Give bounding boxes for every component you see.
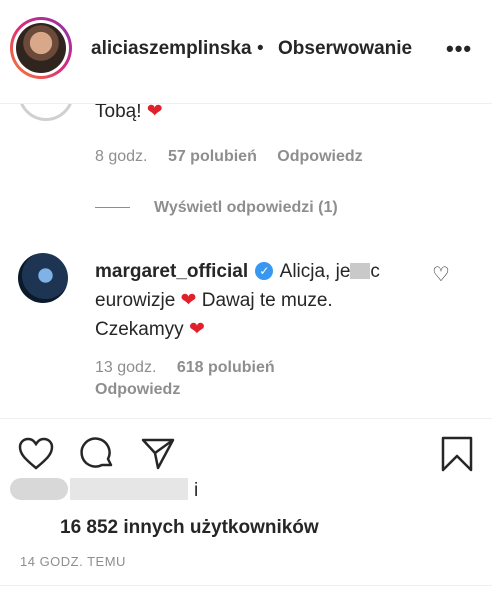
main-comment: margaret_official ✓ Alicja, je c eurowizj… [95,257,415,344]
following-button[interactable]: Obserwowanie [278,38,412,60]
likes-connector: i [194,480,199,501]
like-comment-icon[interactable]: ♡ [432,262,450,287]
replies-divider [95,207,130,208]
view-replies-button[interactable]: Wyświetl odpowiedzi (1) [154,199,338,217]
heart-icon[interactable] [17,435,55,473]
heart-emoji-icon: ❤ [146,101,163,122]
commenter-avatar[interactable] [18,253,68,303]
likes-count[interactable]: 16 852 innych użytkowników [60,517,319,539]
section-divider [0,418,492,419]
main-comment-meta: 13 godz. 618 polubień Odpowiedz [95,357,291,401]
post-timestamp: 14 GODZ. TEMU [20,554,126,569]
header-username[interactable]: aliciaszemplinska [91,38,252,60]
post-header: aliciaszemplinska • Obserwowanie ••• [0,0,492,104]
verified-badge-icon: ✓ [255,262,274,280]
comment-likes[interactable]: 618 polubień [177,359,275,376]
previous-comment-meta: 8 godz. 57 polubień Odpowiedz [95,148,379,166]
heart-emoji-icon: ❤ [180,290,197,311]
comment-likes[interactable]: 57 polubień [168,148,257,165]
bookmark-icon[interactable] [438,435,476,473]
reply-button[interactable]: Odpowiedz [277,148,362,165]
comment-time: 8 godz. [95,148,148,165]
blurred-username [70,478,188,500]
comment-icon[interactable] [78,435,116,473]
comment-username[interactable]: margaret_official [95,261,248,282]
comment-text-part1: Alicja, je [279,261,351,282]
comment-time: 13 godz. [95,359,157,376]
send-icon[interactable] [139,435,177,473]
more-options-icon[interactable]: ••• [446,36,472,62]
blurred-text [350,263,371,279]
heart-emoji-icon: ❤ [188,319,205,340]
reply-button[interactable]: Odpowiedz [95,379,291,401]
header-separator: • [257,38,264,59]
blurred-avatar [10,478,68,500]
section-divider [0,585,492,586]
profile-avatar[interactable] [10,17,72,79]
